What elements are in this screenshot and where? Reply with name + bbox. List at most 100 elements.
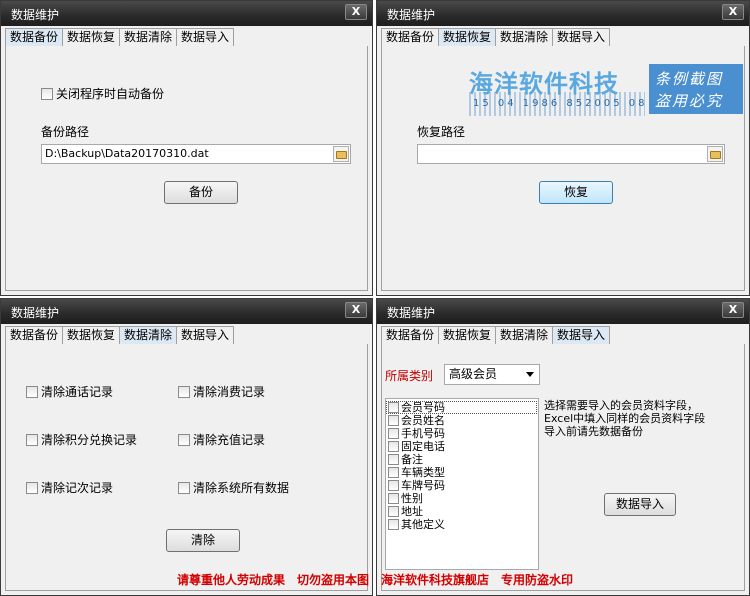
checkbox[interactable]	[178, 482, 190, 494]
checkbox[interactable]	[178, 386, 190, 398]
clear-call-records-option[interactable]: 清除通话记录	[26, 383, 113, 400]
instruction-line: 导入前请先数据备份	[544, 425, 643, 438]
checkbox[interactable]	[388, 415, 399, 426]
list-item-label: 其他定义	[401, 518, 445, 531]
clear-button[interactable]: 清除	[166, 529, 240, 552]
browse-folder-button[interactable]	[707, 146, 723, 162]
category-select[interactable]: 高级会员	[444, 364, 540, 385]
list-item[interactable]: 地址	[386, 505, 538, 518]
option-label: 清除消费记录	[193, 385, 266, 399]
footer-watermark: 请尊重他人劳动成果 切勿盗用本图 海洋软件科技旗舰店 专用防盗水印	[176, 573, 573, 587]
import-window: 数据维护 X 数据备份 数据恢复 数据清除 数据导入 所属类别 高级会员 会员号…	[376, 298, 750, 596]
list-item[interactable]: 会员姓名	[386, 414, 538, 427]
title-bar: 数据维护 X	[1, 1, 372, 26]
stamp-line-1: 条例截图	[655, 70, 724, 88]
window-title: 数据维护	[11, 306, 60, 320]
field-listbox[interactable]: 会员号码 会员姓名 手机号码 固定电话 备注 车辆类型 车牌号码 性别 地址 其…	[385, 398, 539, 570]
tab-import[interactable]: 数据导入	[176, 28, 235, 46]
list-item-label: 车牌号码	[401, 479, 445, 492]
backup-button[interactable]: 备份	[164, 181, 238, 204]
tab-backup[interactable]: 数据备份	[5, 28, 64, 46]
checkbox[interactable]	[26, 434, 38, 446]
import-instructions: 选择需要导入的会员资料字段， Excel中填入同样的会员资料字段 导入前请先数据…	[544, 399, 705, 438]
title-bar: 数据维护 X	[377, 299, 749, 324]
checkbox[interactable]	[388, 441, 399, 452]
list-item-label: 固定电话	[401, 440, 445, 453]
backup-path-field[interactable]: D:\Backup\Data20170310.dat	[41, 144, 351, 164]
backup-path-label: 备份路径	[41, 125, 90, 139]
checkbox[interactable]	[388, 519, 399, 530]
tab-clear[interactable]: 数据清除	[119, 28, 178, 46]
auto-backup-label: 关闭程序时自动备份	[56, 87, 165, 101]
checkbox[interactable]	[26, 386, 38, 398]
tab-restore[interactable]: 数据恢复	[62, 28, 121, 46]
import-button[interactable]: 数据导入	[604, 493, 676, 516]
list-item-label: 会员姓名	[401, 414, 445, 427]
option-label: 清除通话记录	[41, 385, 114, 399]
tab-import[interactable]: 数据导入	[552, 28, 611, 46]
tab-clear[interactable]: 数据清除	[495, 326, 554, 344]
tab-import[interactable]: 数据导入	[552, 326, 611, 344]
close-button[interactable]: X	[345, 4, 367, 20]
list-item[interactable]: 固定电话	[386, 440, 538, 453]
list-item[interactable]: 备注	[386, 453, 538, 466]
tab-panel: 所属类别 高级会员 会员号码 会员姓名 手机号码 固定电话 备注 车辆类型 车牌…	[381, 344, 745, 591]
list-item[interactable]: 车辆类型	[386, 466, 538, 479]
checkbox[interactable]	[388, 506, 399, 517]
checkbox[interactable]	[388, 493, 399, 504]
list-item[interactable]: 手机号码	[386, 427, 538, 440]
tab-strip: 数据备份 数据恢复 数据清除 数据导入	[5, 326, 235, 344]
restore-path-field[interactable]	[417, 144, 725, 164]
option-label: 清除系统所有数据	[193, 481, 290, 495]
auto-backup-checkbox[interactable]	[41, 88, 53, 100]
tab-backup[interactable]: 数据备份	[381, 28, 440, 46]
restore-button[interactable]: 恢复	[539, 181, 613, 204]
clear-all-data-option[interactable]: 清除系统所有数据	[178, 479, 289, 496]
instruction-line: Excel中填入同样的会员资料字段	[544, 412, 706, 425]
close-button[interactable]: X	[345, 302, 367, 318]
clear-consumption-records-option[interactable]: 清除消费记录	[178, 383, 265, 400]
list-item-label: 备注	[401, 453, 423, 466]
list-item-label: 车辆类型	[401, 466, 445, 479]
checkbox[interactable]	[388, 428, 399, 439]
tab-clear[interactable]: 数据清除	[119, 326, 178, 344]
folder-icon	[336, 151, 347, 159]
title-bar: 数据维护 X	[1, 299, 372, 324]
list-item-label: 性别	[401, 492, 423, 505]
backup-window: 数据维护 X 数据备份 数据恢复 数据清除 数据导入 关闭程序时自动备份 备份路…	[0, 0, 373, 296]
checkbox[interactable]	[388, 454, 399, 465]
close-button[interactable]: X	[722, 4, 744, 20]
tab-restore[interactable]: 数据恢复	[438, 326, 497, 344]
clear-points-records-option[interactable]: 清除积分兑换记录	[26, 431, 137, 448]
browse-folder-button[interactable]	[333, 146, 349, 162]
tab-restore[interactable]: 数据恢复	[62, 326, 121, 344]
list-item[interactable]: 会员号码	[386, 401, 537, 414]
tab-panel: 关闭程序时自动备份 备份路径 D:\Backup\Data20170310.da…	[5, 46, 368, 291]
option-label: 清除记次记录	[41, 481, 114, 495]
clear-count-records-option[interactable]: 清除记次记录	[26, 479, 113, 496]
title-bar: 数据维护 X	[377, 1, 749, 26]
tab-backup[interactable]: 数据备份	[5, 326, 64, 344]
list-item-label: 地址	[401, 505, 423, 518]
watermark: 海洋软件科技 15 04 1986 852005 08 10 条例截图 盗用必究	[465, 62, 743, 128]
window-title: 数据维护	[387, 8, 436, 22]
list-item[interactable]: 车牌号码	[386, 479, 538, 492]
list-item[interactable]: 性别	[386, 492, 538, 505]
checkbox[interactable]	[26, 482, 38, 494]
close-button[interactable]: X	[722, 302, 744, 318]
tab-clear[interactable]: 数据清除	[495, 28, 554, 46]
window-title: 数据维护	[387, 306, 436, 320]
tab-backup[interactable]: 数据备份	[381, 326, 440, 344]
checkbox[interactable]	[178, 434, 190, 446]
checkbox[interactable]	[388, 467, 399, 478]
tab-restore[interactable]: 数据恢复	[438, 28, 497, 46]
list-item[interactable]: 其他定义	[386, 518, 538, 531]
checkbox[interactable]	[388, 402, 399, 413]
watermark-numbers: 15 04 1986 852005 08 10	[473, 98, 673, 109]
tab-strip: 数据备份 数据恢复 数据清除 数据导入	[381, 326, 611, 344]
tab-import[interactable]: 数据导入	[176, 326, 235, 344]
clear-recharge-records-option[interactable]: 清除充值记录	[178, 431, 265, 448]
auto-backup-option[interactable]: 关闭程序时自动备份	[41, 85, 164, 102]
category-label: 所属类别	[385, 369, 434, 383]
checkbox[interactable]	[388, 480, 399, 491]
